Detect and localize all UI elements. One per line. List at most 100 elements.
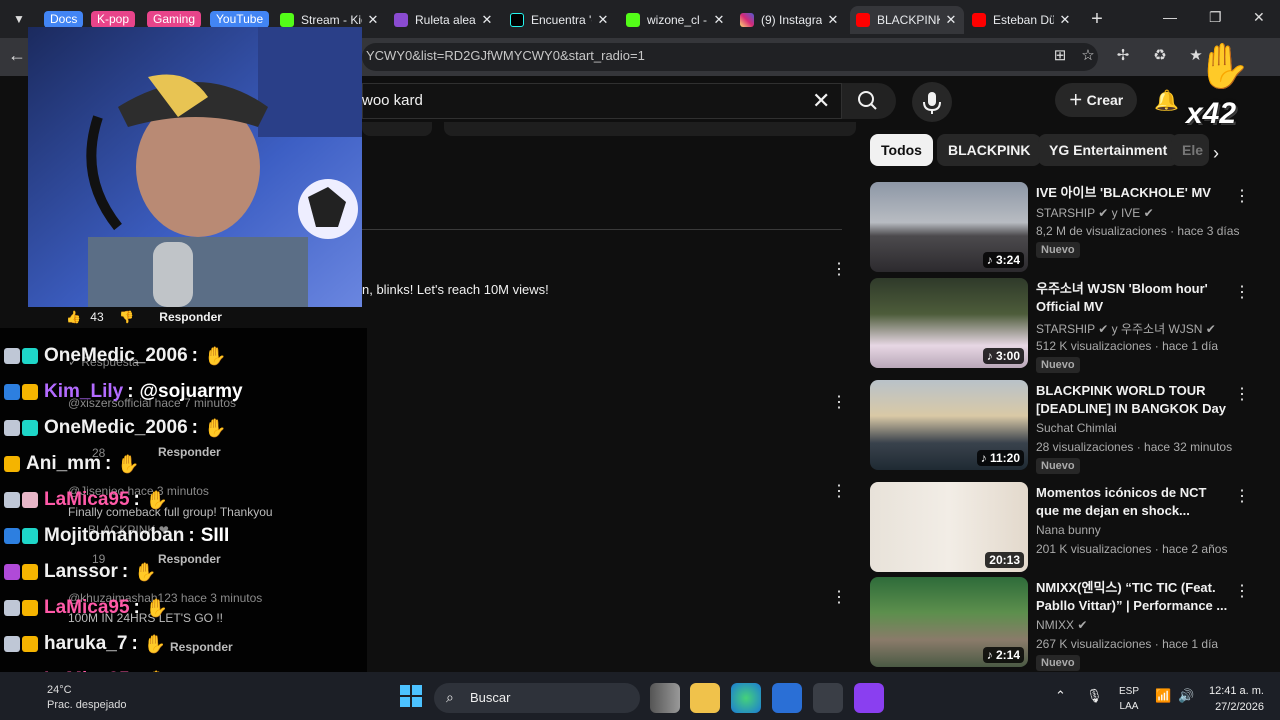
chat-username[interactable]: OneMedic_2006 [44,417,188,439]
voice-search-button[interactable] [912,82,952,122]
weather-temperature[interactable]: 24°C [47,684,72,696]
collections-icon[interactable]: ♻ [1150,46,1170,66]
chat-username[interactable]: LaMica95 [44,489,130,511]
close-tab-icon[interactable]: ✕ [366,12,380,28]
close-tab-icon[interactable]: ✕ [480,12,494,28]
channel-name[interactable]: Nana bunny [1036,523,1101,537]
chat-username[interactable]: haruka_7 [44,633,127,655]
clock-time[interactable]: 12:41 a. m. [1202,685,1264,697]
more-vert-icon[interactable]: ⋮ [1234,384,1250,404]
tab-kick-wizone[interactable]: wizone_cl - \ ✕ [620,6,732,34]
video-title[interactable]: BLACKPINK WORLD TOUR [DEADLINE] IN BANGK… [1036,382,1232,418]
chat-username[interactable]: Ani_mm [26,453,101,475]
recommendation-item[interactable]: 20:13 Momentos icónicos de NCT que me de… [870,482,1260,574]
taskbar-search-placeholder[interactable]: Buscar [470,690,510,705]
wifi-icon[interactable]: 📶 [1155,688,1171,704]
video-thumbnail[interactable]: ♪ 2:14 [870,577,1028,667]
chat-username[interactable]: Mojitomanoban [44,525,184,547]
tab-group-gaming[interactable]: Gaming [147,11,202,28]
more-vert-icon[interactable]: ⋮ [831,392,847,412]
taskbar-search[interactable] [434,683,640,713]
install-app-icon[interactable]: ⊞ [1050,46,1070,66]
microphone-icon[interactable]: 🎙 [1086,688,1103,704]
channel-name[interactable]: NMIXX ✔ [1036,618,1087,632]
close-tab-icon[interactable]: ✕ [826,12,840,28]
more-vert-icon[interactable]: ⋮ [1234,486,1250,506]
tab-group-youtube[interactable]: YouTube [210,11,270,28]
more-vert-icon[interactable]: ⋮ [1234,282,1250,302]
tab-instagram[interactable]: (9) Instagram ✕ [734,6,846,34]
keyboard-layout[interactable]: LAA [1118,701,1140,712]
tab-search-chevron-icon[interactable]: ▼ [8,8,30,30]
obs-icon[interactable] [854,683,884,713]
search-button[interactable] [842,83,896,119]
more-vert-icon[interactable]: ⋮ [831,481,847,501]
video-title[interactable]: Momentos icónicos de NCT que me dejan en… [1036,484,1232,520]
chip-ele[interactable]: Ele [1171,134,1209,166]
more-vert-icon[interactable]: ⋮ [1234,581,1250,601]
reply-button[interactable]: Responder [158,445,221,459]
thumbs-up-icon[interactable]: 👍 [66,310,81,324]
channel-name[interactable]: STARSHIP ✔ y 우주소녀 WJSN ✔ [1036,320,1216,337]
edge-browser-icon[interactable] [731,683,761,713]
more-vert-icon[interactable]: ⋮ [831,587,847,607]
chevron-right-icon[interactable]: › [1213,143,1219,164]
more-vert-icon[interactable]: ⋮ [831,259,847,279]
reply-button[interactable]: Responder [170,640,233,654]
thumbs-down-icon[interactable]: 👎 [119,310,134,324]
new-tab-plus-icon[interactable]: + [1087,8,1107,31]
tab-tiktok[interactable]: Encuentra 'e ✕ [504,6,616,34]
recommendation-item[interactable]: ♪ 11:20 BLACKPINK WORLD TOUR [DEADLINE] … [870,380,1260,474]
video-title[interactable]: IVE 아이브 'BLACKHOLE' MV [1036,184,1232,202]
microsoft-store-icon[interactable] [772,683,802,713]
reply-button[interactable]: Responder [158,552,221,566]
volume-icon[interactable]: 🔊 [1178,688,1194,704]
video-thumbnail[interactable]: 20:13 [870,482,1028,572]
close-tab-icon[interactable]: ✕ [944,12,958,28]
video-thumbnail[interactable]: ♪ 3:24 [870,182,1028,272]
chat-username[interactable]: Lanssor [44,561,118,583]
tab-youtube-blackpink[interactable]: BLACKPINK ✕ [850,6,964,34]
file-explorer-icon[interactable] [690,683,720,713]
video-title[interactable]: 우주소녀 WJSN 'Bloom hour' Official MV [1036,280,1232,316]
back-arrow-icon[interactable]: ← [8,45,30,66]
maximize-icon[interactable]: ❐ [1209,9,1222,26]
channel-name[interactable]: Suchat Chimlai [1036,421,1117,435]
star-bookmark-icon[interactable]: ☆ [1078,46,1098,66]
settings-gear-icon[interactable] [813,683,843,713]
close-tab-icon[interactable]: ✕ [1058,12,1072,28]
chip-blackpink[interactable]: BLACKPINK [937,134,1042,166]
video-thumbnail[interactable]: ♪ 3:00 [870,278,1028,368]
video-title[interactable]: NMIXX(엔믹스) “TIC TIC (Feat. Pabllo Vittar… [1036,579,1232,615]
task-view-icon[interactable] [650,683,680,713]
clear-search-icon[interactable]: ✕ [812,88,830,114]
tab-ruleta[interactable]: Ruleta aleat ✕ [388,6,500,34]
chat-username[interactable]: Kim_Lily [44,381,123,403]
chevron-up-icon[interactable]: ⌃ [1055,688,1066,704]
channel-name[interactable]: STARSHIP ✔ y IVE ✔ [1036,206,1154,220]
close-tab-icon[interactable]: ✕ [596,12,610,28]
notifications-bell-icon[interactable]: 🔔 [1154,88,1179,113]
video-thumbnail[interactable]: ♪ 11:20 [870,380,1028,470]
tab-youtube-esteban[interactable]: Esteban Düc ✕ [966,6,1078,34]
close-tab-icon[interactable]: ✕ [712,12,726,28]
search-input[interactable] [362,83,842,119]
recommendation-item[interactable]: ♪ 2:14 NMIXX(엔믹스) “TIC TIC (Feat. Pabllo… [870,577,1260,671]
url-text[interactable]: YCWY0&list=RD2GJfWMYCWY0&start_radio=1 [366,48,645,63]
clock-date[interactable]: 27/2/2026 [1202,701,1264,713]
chip-todos[interactable]: Todos [870,134,933,166]
create-button[interactable]: ＋ Crear [1055,83,1137,117]
extensions-icon[interactable]: ✢ [1113,46,1133,66]
recommendation-item[interactable]: ♪ 3:00 우주소녀 WJSN 'Bloom hour' Official M… [870,278,1260,373]
weather-description[interactable]: Prac. despejado [47,699,127,711]
chip-yg-entertainment[interactable]: YG Entertainment [1038,134,1179,166]
search-query[interactable]: woo kard [362,92,423,109]
windows-start-icon[interactable] [400,685,422,707]
more-vert-icon[interactable]: ⋮ [1234,186,1250,206]
chat-username[interactable]: LaMica95 [44,597,130,619]
language-indicator[interactable]: ESP [1118,686,1140,697]
tab-group-kpop[interactable]: K-pop [91,11,136,28]
minimize-icon[interactable]: — [1163,9,1177,25]
reply-button[interactable]: Responder [159,310,222,324]
close-window-icon[interactable]: ✕ [1253,9,1265,26]
